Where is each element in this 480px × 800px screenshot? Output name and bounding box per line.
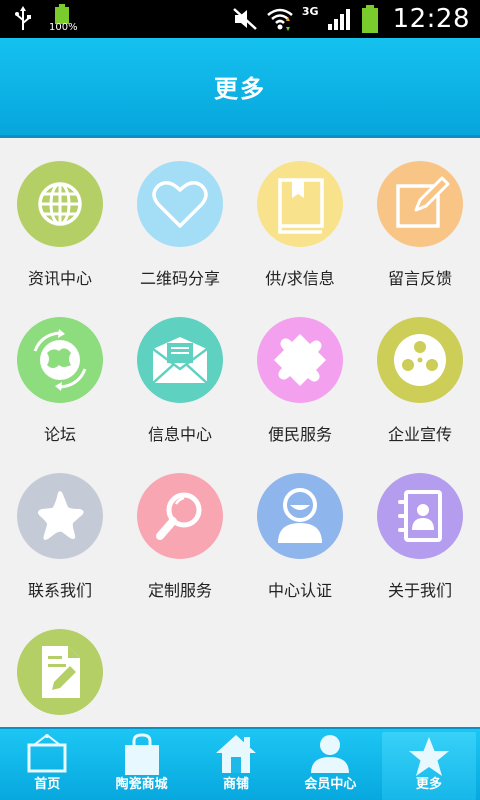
grid-item-qr-share[interactable]: 二维码分享 (120, 141, 240, 297)
grid-item-news-center[interactable]: 资讯中心 (0, 141, 120, 297)
nav-item-more[interactable]: 更多 (381, 732, 477, 800)
puzzle-icon (274, 334, 326, 386)
book-icon (278, 178, 324, 234)
document-edit-icon (42, 646, 80, 698)
usb-icon (15, 6, 31, 30)
grid-item-label: 论坛 (43, 425, 76, 444)
grid-item-label: 中心认证 (267, 581, 332, 600)
circle-bg (377, 473, 463, 559)
grid-item-label: 定制服务 (147, 581, 212, 600)
circle-bg (377, 161, 463, 247)
grid-item-contact-us[interactable]: 联系我们 (0, 453, 120, 609)
grid-item-label: 企业宣传 (387, 425, 452, 444)
person-icon (311, 735, 350, 773)
nav-label: 会员中心 (304, 777, 357, 792)
page-title: 更多 (214, 75, 266, 103)
star-icon (408, 737, 449, 776)
clock: 12:28 (392, 4, 470, 34)
grid-item-label: 资讯中心 (27, 269, 92, 288)
globe-icon (38, 182, 82, 226)
grid-item-label: 联系我们 (27, 581, 92, 600)
frame-icon (27, 734, 67, 773)
signal-icon (327, 9, 350, 30)
grid-item-label: 关于我们 (387, 581, 452, 600)
battery-icon (361, 5, 378, 33)
grid-item-label: 便民服务 (267, 425, 332, 444)
nav-item-home[interactable]: 首页 (0, 729, 94, 800)
edit-icon (396, 176, 450, 228)
grid-item-label: 留言反馈 (387, 269, 452, 288)
nav-item-shops[interactable]: 商铺 (189, 729, 283, 800)
battery-small-icon (55, 4, 69, 24)
grid-item-custom-service[interactable]: 定制服务 (120, 453, 240, 609)
grid-item-label: 信息中心 (147, 425, 212, 444)
globe-arrows-icon (33, 329, 87, 391)
mute-icon (233, 8, 257, 30)
circle-bg (17, 629, 103, 715)
nav-item-member-center[interactable]: 会员中心 (283, 729, 377, 800)
battery-percentage: 100% (49, 22, 78, 33)
circle-bg (17, 317, 103, 403)
grid-item-label: 供/求信息 (265, 269, 335, 288)
grid-item-message-center[interactable]: 信息中心 (120, 297, 240, 453)
circle-bg (257, 473, 343, 559)
grid-item-center-certification[interactable]: 中心认证 (240, 453, 360, 609)
circle-bg (137, 317, 223, 403)
heart-icon (152, 181, 208, 228)
circle-bg (257, 161, 343, 247)
circle-bg (137, 473, 223, 559)
grid-item-label: 二维码分享 (139, 269, 220, 288)
circle-bg (377, 317, 463, 403)
grid-item-convenience-service[interactable]: 便民服务 (240, 297, 360, 453)
circle-bg (17, 473, 103, 559)
circle-bg (137, 161, 223, 247)
nav-label: 首页 (34, 777, 61, 792)
grid-item-corporate-promo[interactable]: 企业宣传 (360, 297, 480, 453)
magnifier-icon (156, 492, 202, 540)
grid-item-feedback[interactable]: 留言反馈 (360, 141, 480, 297)
nav-item-ceramics-mall[interactable]: 陶瓷商城 (94, 729, 188, 800)
wifi-icon (267, 8, 293, 31)
star-icon (37, 491, 84, 540)
house-icon (216, 735, 257, 773)
grid-item-forum[interactable]: 论坛 (0, 297, 120, 453)
bag-icon (124, 733, 159, 775)
user-icon (278, 488, 322, 543)
envelope-icon (152, 337, 208, 384)
bottom-navigation: 首页 陶瓷商城 商铺 会员中心 更多 (0, 727, 480, 800)
network-type: 3G (301, 4, 319, 18)
grid-item-supply-demand[interactable]: 供/求信息 (240, 141, 360, 297)
contact-book-icon (398, 490, 442, 542)
title-bar: 更多 (0, 38, 480, 138)
grid-item-about-us[interactable]: 关于我们 (360, 453, 480, 609)
nav-label: 商铺 (223, 777, 250, 792)
circle-bg (17, 161, 103, 247)
status-bar: 100% 3G 12:28 (0, 0, 480, 38)
film-reel-icon (394, 334, 446, 386)
circle-bg (257, 317, 343, 403)
